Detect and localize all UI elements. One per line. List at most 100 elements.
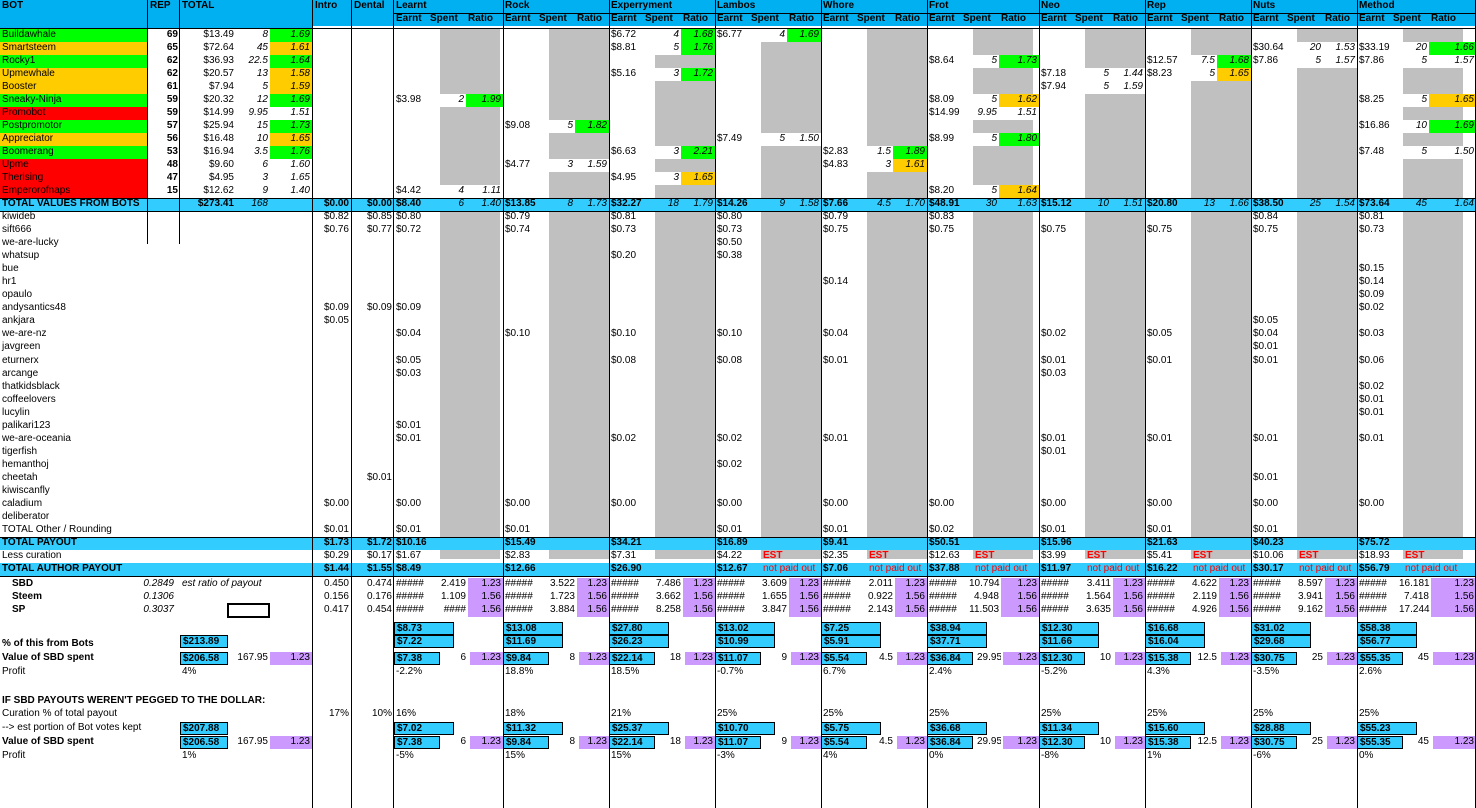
bot-earnt[interactable]: $30.64 [1251, 42, 1291, 56]
totals-ratio[interactable]: 1.79 [681, 198, 715, 211]
split-rate[interactable]: 1.56 [683, 590, 715, 604]
value-sbd[interactable]: 29.95 [975, 652, 1001, 665]
author-value[interactable]: $0.38 [715, 250, 757, 263]
bot-spent[interactable]: 5 [967, 185, 999, 199]
pct-value[interactable]: $11.69 [503, 634, 563, 648]
bot-spent[interactable]: 15 [236, 120, 270, 133]
split-hash[interactable]: ##### [394, 604, 434, 617]
split-rate[interactable]: 1.56 [683, 603, 715, 617]
split-value[interactable]: 3.522 [543, 578, 577, 591]
header-post[interactable]: Whore [821, 0, 927, 13]
totals-earnt[interactable]: $13.85 [503, 198, 545, 211]
bot-total[interactable]: $36.93 [180, 55, 236, 68]
bot-ratio[interactable]: 1.68 [681, 29, 715, 42]
curation-value[interactable]: $18.93 [1357, 550, 1403, 563]
author-value[interactable]: $0.81 [609, 211, 651, 224]
header-earnt[interactable]: Earnt [927, 13, 961, 26]
header-ratio[interactable]: Ratio [1111, 13, 1145, 26]
curation-value[interactable]: $10.06 [1251, 550, 1297, 563]
author-name[interactable]: kiwideb [0, 211, 180, 224]
value-sbd[interactable]: 12.5 [1193, 736, 1219, 749]
bot-ratio[interactable]: 1.72 [681, 68, 715, 82]
bot-ratio[interactable]: 1.64 [270, 55, 312, 69]
bot-earnt[interactable]: $8.20 [927, 185, 967, 199]
value-amount[interactable]: $30.75 [1251, 651, 1297, 665]
bot-rep[interactable]: 53 [148, 146, 180, 159]
kept-value[interactable]: $28.88 [1251, 722, 1311, 736]
profit-value[interactable]: 2.6% [1357, 666, 1417, 679]
author-payout-intro[interactable]: $1.44 [313, 563, 351, 576]
value-sbd[interactable]: 8 [551, 652, 577, 665]
est-flag[interactable]: EST [761, 550, 801, 563]
author-value[interactable]: $0.74 [503, 224, 545, 237]
author-value[interactable]: $0.83 [927, 211, 969, 224]
author-value[interactable]: $0.08 [715, 355, 757, 368]
header-spent[interactable]: Spent [1073, 13, 1111, 26]
bot-ratio[interactable]: 1.69 [270, 94, 312, 108]
totals-ratio[interactable]: 1.64 [1429, 198, 1476, 211]
split-hash[interactable]: ##### [927, 578, 967, 591]
value-ratio[interactable]: 1.23 [270, 651, 312, 665]
value-label[interactable]: Value of SBD spent [0, 736, 180, 749]
value-amount[interactable]: $22.14 [609, 651, 655, 665]
author-value[interactable]: $0.02 [1039, 328, 1081, 341]
bot-name[interactable]: Emperorofnaps [0, 185, 148, 199]
split-value[interactable]: 3.411 [1079, 578, 1113, 591]
bot-name[interactable]: Rocky1 [0, 55, 148, 69]
pct-value[interactable]: $56.77 [1357, 634, 1417, 648]
payout-value[interactable]: $15.49 [503, 537, 563, 550]
totals-earnt[interactable]: $32.27 [609, 198, 651, 211]
author-value[interactable]: $0.01 [715, 524, 757, 537]
header-blank[interactable] [0, 13, 312, 26]
split-rate[interactable]: 1.56 [1001, 590, 1039, 604]
bot-spent[interactable]: 5 [755, 133, 787, 147]
value-amount[interactable]: $5.54 [821, 651, 867, 665]
bot-spent[interactable]: 5 [967, 133, 999, 147]
not-paid-flag[interactable]: not paid out [1403, 563, 1476, 576]
split-rate[interactable]: 1.56 [1431, 590, 1476, 604]
totals-earnt[interactable]: $14.26 [715, 198, 757, 211]
bot-spent[interactable]: 9.95 [236, 107, 270, 120]
bot-earnt[interactable]: $33.19 [1357, 42, 1397, 56]
bot-rep[interactable]: 15 [148, 185, 180, 198]
author-name[interactable]: arcange [0, 368, 180, 381]
author-value[interactable]: $0.80 [394, 211, 436, 224]
split-hash[interactable]: ##### [821, 604, 861, 617]
header-total[interactable]: TOTAL [180, 0, 300, 13]
split-rate[interactable]: 1.23 [683, 577, 715, 591]
split-label[interactable]: Steem [10, 591, 70, 604]
est-flag[interactable]: EST [1403, 550, 1443, 563]
bot-spent[interactable]: 3 [649, 146, 681, 160]
bot-spent[interactable]: 5 [1397, 146, 1429, 160]
bot-ratio[interactable]: 1.66 [1429, 42, 1476, 56]
bot-ratio[interactable]: 1.68 [1217, 55, 1251, 69]
sum-value[interactable]: $8.73 [394, 621, 454, 635]
split-value[interactable]: 3.662 [649, 591, 683, 604]
value-total[interactable]: $206.58 [180, 651, 228, 665]
curation-pct-value[interactable]: 25% [927, 708, 987, 721]
split-value[interactable]: #### [434, 604, 468, 617]
bot-total[interactable]: $14.99 [180, 107, 236, 120]
bot-ratio[interactable]: 1.65 [270, 172, 312, 186]
author-value[interactable]: $0.00 [609, 498, 651, 511]
value-sbd[interactable]: 4.5 [869, 736, 895, 749]
bot-spent[interactable]: 3 [543, 159, 575, 173]
value-rate[interactable]: 1.23 [1115, 736, 1145, 750]
value-rate[interactable]: 1.23 [897, 736, 927, 750]
bot-spent[interactable]: 12 [236, 94, 270, 107]
header-intro[interactable]: Intro [313, 0, 351, 13]
header-ratio[interactable]: Ratio [575, 13, 609, 26]
profit-value[interactable]: 18.8% [503, 666, 563, 679]
author-value[interactable]: $0.01 [1039, 446, 1081, 459]
curation-pct-value[interactable]: 21% [609, 708, 669, 721]
est-flag[interactable]: EST [973, 550, 1013, 563]
profit-value[interactable]: 4.3% [1145, 666, 1205, 679]
split-rate[interactable]: 1.23 [895, 577, 927, 591]
author-payout-value[interactable]: $7.06 [821, 563, 867, 576]
header-spent[interactable]: Spent [1391, 13, 1429, 26]
header-ratio[interactable]: Ratio [681, 13, 715, 26]
split-value[interactable]: 16.181 [1397, 578, 1431, 591]
value-amount[interactable]: $12.30 [1039, 651, 1085, 665]
split-value[interactable]: 8.597 [1291, 578, 1325, 591]
header-ratio[interactable]: Ratio [893, 13, 927, 26]
